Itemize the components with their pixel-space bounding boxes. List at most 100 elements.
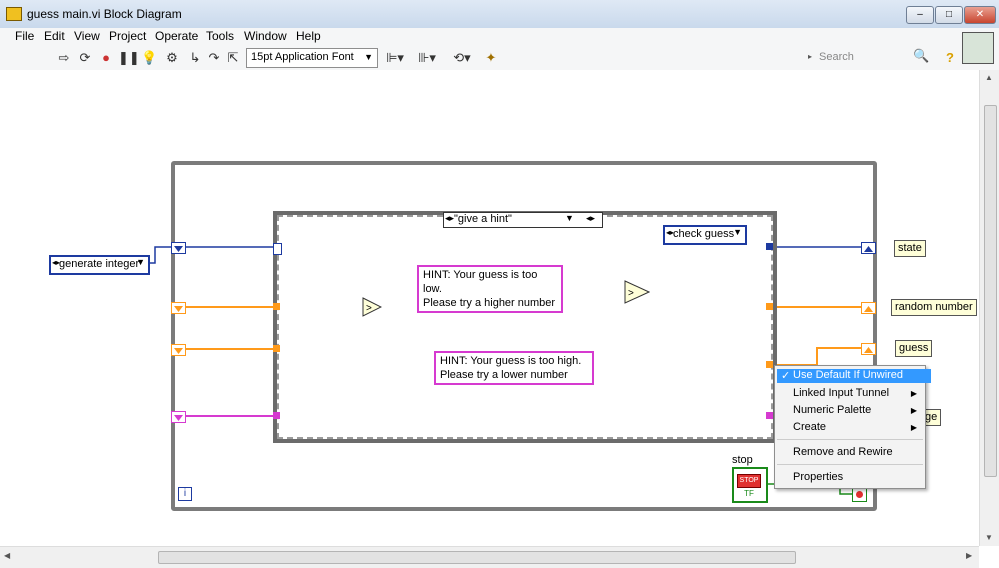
abort-icon[interactable]: ● — [98, 50, 114, 65]
enum-check-guess[interactable]: ◂▸ check guess ▼ — [663, 225, 747, 245]
run-arrow-icon[interactable]: ⇨ — [56, 50, 72, 66]
menu-help[interactable]: Help — [296, 29, 321, 43]
menu-numeric-palette[interactable]: Numeric Palette — [793, 404, 871, 416]
menu-linked-input-tunnel[interactable]: Linked Input Tunnel — [793, 387, 889, 399]
stop-button-terminal[interactable]: STOP TF — [732, 467, 768, 503]
shift-register-right-enum[interactable] — [861, 242, 876, 254]
shift-register-left-enum[interactable] — [171, 242, 186, 254]
menu-view[interactable]: View — [74, 29, 100, 43]
shift-register-left-string[interactable] — [171, 411, 186, 423]
loop-condition-terminal[interactable] — [852, 487, 867, 502]
pause-icon[interactable]: ❚❚ — [118, 50, 140, 66]
menu-operate[interactable]: Operate — [155, 29, 198, 43]
reorder-icon[interactable]: ⟲▾ — [450, 50, 474, 66]
help-icon[interactable]: ? — [942, 50, 958, 65]
menu-tools[interactable]: Tools — [206, 29, 234, 43]
scroll-down-icon[interactable]: ▼ — [985, 533, 993, 542]
tunnel-enum-out[interactable] — [766, 243, 773, 250]
chevron-down-icon: ▼ — [136, 257, 145, 267]
string-hint-high[interactable]: HINT: Your guess is too high. Please try… — [434, 351, 594, 385]
maximize-button[interactable]: □ — [935, 6, 963, 24]
menu-window[interactable]: Window — [244, 29, 287, 43]
enum-check-guess-label: check guess — [673, 228, 735, 240]
tunnel-guess-out[interactable] — [766, 361, 773, 368]
search-icon[interactable]: 🔍 — [913, 48, 929, 64]
case-structure[interactable] — [273, 211, 777, 443]
tunnel-random-out[interactable] — [766, 303, 773, 310]
case-prev-icon[interactable]: ◂▸ — [445, 213, 454, 224]
menu-file[interactable]: File — [15, 29, 34, 43]
font-select-value: 15pt Application Font — [251, 51, 354, 63]
menu-project[interactable]: Project — [109, 29, 146, 43]
case-selector-terminal[interactable] — [273, 243, 282, 255]
menu-bar: File Edit View Project Operate Tools Win… — [0, 28, 999, 45]
menu-remove-and-rewire[interactable]: Remove and Rewire — [793, 446, 893, 458]
horizontal-scroll-thumb[interactable] — [158, 551, 796, 564]
highlight-execution-icon[interactable]: 💡 — [141, 50, 157, 66]
search-expand-icon: ▸ — [808, 52, 813, 61]
stop-label: stop — [732, 454, 753, 466]
run-continuously-icon[interactable]: ⟳ — [77, 50, 93, 66]
vi-icon-panel[interactable] — [962, 32, 994, 64]
menu-create[interactable]: Create — [793, 421, 826, 433]
close-button[interactable]: ✕ — [964, 6, 996, 24]
step-into-icon[interactable]: ↳ — [187, 50, 203, 66]
retain-wire-values-icon[interactable]: ⚙ — [164, 50, 180, 66]
string-hint-low-line-2: Please try a higher number — [423, 297, 556, 309]
greater-than-node[interactable]: > — [362, 297, 382, 317]
font-select[interactable]: 15pt Application Font ▼ — [246, 48, 378, 68]
menu-use-default-if-unwired[interactable]: ✓ Use Default If Unwired — [777, 369, 931, 383]
tunnel-string-in[interactable] — [273, 412, 280, 419]
distribute-objects-icon[interactable]: ⊪▾ — [415, 50, 439, 66]
menu-separator — [777, 464, 923, 465]
title-bar: guess main.vi Block Diagram – □ ✕ — [0, 0, 999, 29]
window-title: guess main.vi Block Diagram — [27, 7, 182, 21]
minimize-button[interactable]: – — [906, 6, 934, 24]
indicator-guess[interactable]: guess — [895, 340, 933, 357]
tunnel-string-out[interactable] — [766, 412, 773, 419]
string-hint-low-line-1: HINT: Your guess is too low. — [423, 269, 538, 295]
search-input[interactable]: Search — [819, 51, 854, 63]
horizontal-scrollbar[interactable]: ◀ ▶ — [0, 546, 979, 568]
clean-up-diagram-icon[interactable]: ✦ — [481, 50, 501, 66]
shift-register-left-guess[interactable] — [171, 344, 186, 356]
vertical-scrollbar[interactable]: ▲ ▼ — [979, 70, 999, 546]
chevron-down-icon: ▼ — [364, 52, 373, 62]
tunnel-guess-in[interactable] — [273, 345, 280, 352]
case-next-icon[interactable]: ◂▸ — [586, 213, 595, 224]
scroll-up-icon[interactable]: ▲ — [985, 73, 993, 82]
menu-edit[interactable]: Edit — [44, 29, 65, 43]
enum-generate-integer[interactable]: ◂▸ generate integer ▼ — [49, 255, 150, 275]
case-selector[interactable]: ◂▸ "give a hint" ▼ ◂▸ — [443, 212, 603, 228]
shift-register-right-random[interactable] — [861, 302, 876, 314]
indicator-random-number[interactable]: random number — [891, 299, 977, 316]
shift-register-left-random[interactable] — [171, 302, 186, 314]
case-selector-value: "give a hint" — [454, 213, 512, 225]
vertical-scroll-thumb[interactable] — [984, 105, 997, 477]
scroll-right-icon[interactable]: ▶ — [966, 551, 972, 560]
step-out-icon[interactable]: ⇱ — [225, 50, 241, 66]
string-hint-high-line-2: Please try a lower number — [440, 369, 568, 381]
enum-generate-integer-label: generate integer — [59, 258, 140, 270]
search-box[interactable]: ▸ Search 🔍 — [806, 48, 939, 66]
iteration-terminal[interactable]: i — [178, 487, 192, 501]
indicator-state[interactable]: state — [894, 240, 926, 257]
check-icon: ✓ — [781, 370, 791, 382]
tunnel-random-in[interactable] — [273, 303, 280, 310]
step-over-icon[interactable]: ↷ — [206, 50, 222, 66]
string-hint-low[interactable]: HINT: Your guess is too low. Please try … — [417, 265, 563, 313]
menu-use-default-label: Use Default If Unwired — [793, 369, 904, 381]
shift-register-right-guess[interactable] — [861, 343, 876, 355]
stop-sign-icon: STOP — [737, 474, 761, 488]
align-objects-icon[interactable]: ⊫▾ — [383, 50, 407, 66]
menu-properties[interactable]: Properties — [793, 471, 843, 483]
submenu-arrow-icon: ▶ — [910, 389, 917, 398]
string-hint-high-line-1: HINT: Your guess is too high. — [440, 355, 582, 367]
case-dropdown-icon[interactable]: ▼ — [565, 213, 574, 223]
menu-separator — [777, 439, 923, 440]
scroll-left-icon[interactable]: ◀ — [4, 551, 10, 560]
submenu-arrow-icon: ▶ — [910, 406, 917, 415]
svg-text:>: > — [366, 303, 372, 314]
context-menu: ✓ Use Default If Unwired Linked Input Tu… — [774, 365, 931, 489]
select-node[interactable]: > — [624, 280, 650, 304]
